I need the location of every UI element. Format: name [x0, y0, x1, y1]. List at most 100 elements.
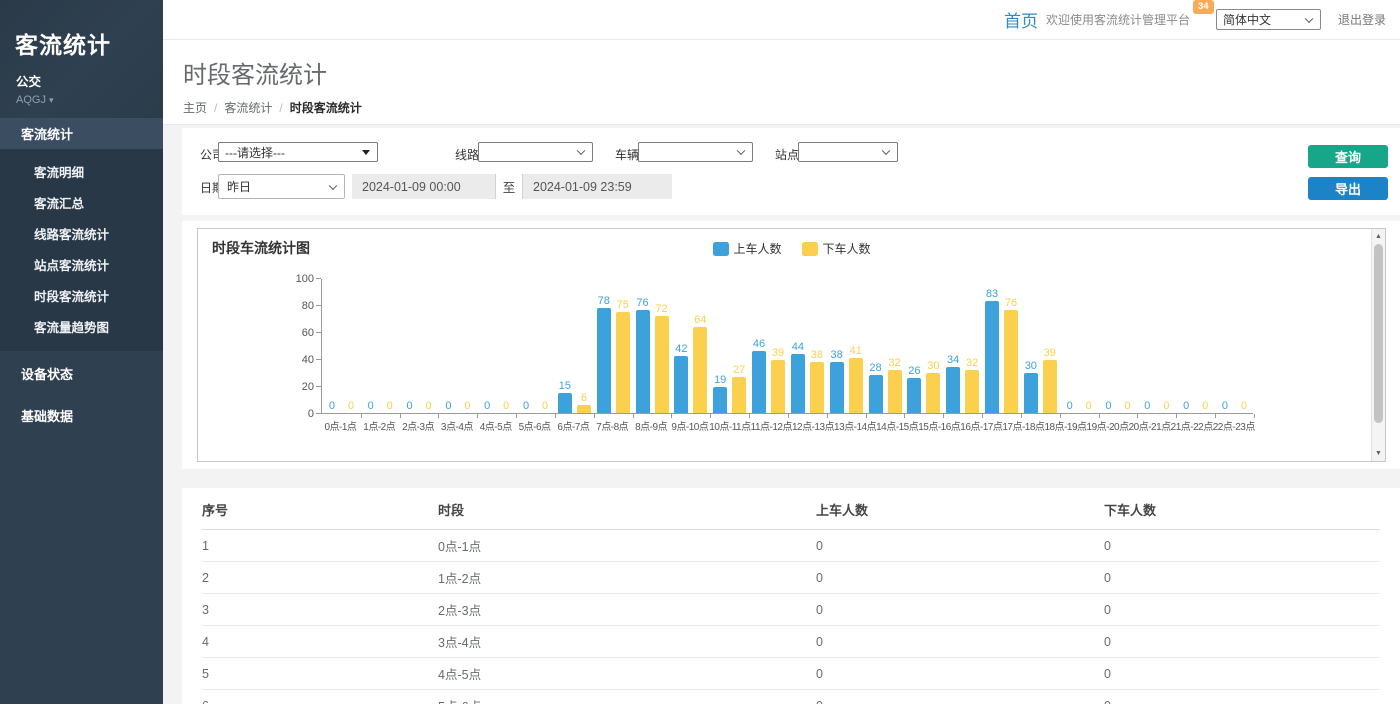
- sidebar-other-items: 设备状态基础数据: [0, 354, 163, 435]
- bar-group: 4438: [788, 279, 827, 413]
- x-tick-cell: [1255, 418, 1294, 433]
- x-tick-label: 12点-13点: [792, 418, 834, 433]
- date-preset-select[interactable]: 昨日: [218, 174, 345, 199]
- sidebar-nav: 客流统计 客流明细客流汇总线路客流统计站点客流统计时段客流统计客流量趋势图 设备…: [0, 118, 163, 435]
- sidebar-subitem[interactable]: 线路客流统计: [0, 218, 163, 249]
- bar-group: 34 32: [943, 279, 982, 413]
- x-tick-cell: 19点-20点: [1087, 418, 1129, 433]
- x-tick-label: 11点-12点: [751, 418, 792, 433]
- bar-value-label: 64: [694, 314, 706, 326]
- query-button[interactable]: 查询: [1308, 145, 1388, 168]
- x-tick-label: 18点-19点: [1044, 418, 1086, 433]
- date-end-input[interactable]: 2024-01-09 23:59: [523, 174, 672, 199]
- bar-column: 0: [519, 400, 533, 413]
- sidebar-subitem[interactable]: 客流明细: [0, 156, 163, 187]
- bar-column: 0: [1082, 400, 1096, 413]
- x-tick-cell: 18点-19点: [1044, 418, 1086, 433]
- x-tick-cell: 4点-5点: [476, 418, 515, 433]
- chevron-down-icon: [577, 147, 585, 155]
- column-header: 上车人数: [816, 488, 1104, 530]
- table-cell: 0: [1104, 690, 1380, 704]
- bar: [985, 301, 999, 413]
- date-start-input[interactable]: 2024-01-09 00:00: [352, 174, 495, 199]
- sidebar-subitem[interactable]: 时段客流统计: [0, 280, 163, 311]
- bar: [791, 354, 805, 413]
- bar-column: 0: [1218, 400, 1232, 413]
- bar: [830, 362, 844, 413]
- legend-item: 下车人数: [802, 240, 871, 257]
- x-tick-label: 1点-2点: [363, 418, 395, 433]
- bar-column: 64: [693, 314, 707, 413]
- bar-value-label: 32: [966, 357, 978, 369]
- org-code-dropdown[interactable]: AQGJ▾: [16, 94, 163, 106]
- line-select[interactable]: [478, 142, 593, 162]
- sidebar-subitem[interactable]: 客流汇总: [0, 187, 163, 218]
- bar-column: 72: [655, 303, 669, 413]
- scroll-thumb[interactable]: [1374, 244, 1383, 423]
- bar-value-label: 26: [908, 365, 920, 377]
- bar-column: 32: [965, 357, 979, 413]
- page-heading: 时段客流统计 主页/客流统计/时段客流统计: [163, 40, 1400, 125]
- scroll-down-icon[interactable]: ▼: [1372, 450, 1385, 457]
- bar: [926, 373, 940, 414]
- x-tick-label: 3点-4点: [441, 418, 473, 433]
- sidebar-item[interactable]: 设备状态: [0, 354, 163, 393]
- bar-column: 26: [907, 365, 921, 413]
- bar-value-label: 34: [947, 354, 959, 366]
- bar-column: 32: [888, 357, 902, 413]
- table-cell: 2点-3点: [438, 594, 816, 626]
- table-row: 21点-2点00: [202, 562, 1380, 594]
- breadcrumb-item[interactable]: 主页: [183, 101, 207, 115]
- bar-column: 0: [1179, 400, 1193, 413]
- home-link[interactable]: 首页: [1004, 7, 1038, 32]
- legend-swatch: [712, 242, 728, 256]
- x-tick-label: 20点-21点: [1129, 418, 1171, 433]
- sidebar-item-passenger-stats[interactable]: 客流统计: [0, 118, 163, 149]
- bar-column: 76: [636, 297, 650, 413]
- bar-value-label: 30: [1025, 360, 1037, 372]
- bar-column: 46: [752, 338, 766, 413]
- logout-link[interactable]: 退出登录: [1338, 11, 1386, 28]
- station-select[interactable]: [798, 142, 898, 162]
- export-button[interactable]: 导出: [1308, 177, 1388, 200]
- x-tick-cell: 9点-10点: [670, 418, 709, 433]
- vehicle-select[interactable]: [638, 142, 753, 162]
- bar-column: 38: [810, 349, 824, 413]
- date-preset-value: 昨日: [227, 178, 251, 195]
- x-tick-cell: 2点-3点: [399, 418, 438, 433]
- table-cell: 5: [202, 658, 438, 690]
- bar-value-label: 0: [1241, 400, 1247, 412]
- org-code-label: AQGJ: [16, 94, 46, 106]
- bar-value-label: 42: [675, 343, 687, 355]
- bar-value-label: 0: [503, 400, 509, 412]
- bar-value-label: 41: [850, 345, 862, 357]
- bar-column: 38: [830, 349, 844, 413]
- bar-column: 0: [538, 400, 552, 413]
- bar-column: 30: [1024, 360, 1038, 414]
- chart-scrollbar[interactable]: ▲ ▼: [1371, 229, 1385, 461]
- x-tick-cell: 6点-7点: [554, 418, 593, 433]
- bar-column: 0: [1063, 400, 1077, 413]
- bar: [713, 387, 727, 413]
- x-tick-cell: 7点-8点: [593, 418, 632, 433]
- y-tick-label: 40: [284, 354, 314, 366]
- bar-value-label: 0: [445, 400, 451, 412]
- bar: [849, 358, 863, 413]
- x-tick-label: 4点-5点: [480, 418, 512, 433]
- language-select[interactable]: 简体中文: [1216, 9, 1321, 30]
- table-cell: 0: [1104, 594, 1380, 626]
- bar-value-label: 38: [831, 349, 843, 361]
- company-select[interactable]: ---请选择---: [218, 142, 378, 162]
- bar-column: 39: [771, 347, 785, 413]
- sidebar-item[interactable]: 基础数据: [0, 396, 163, 435]
- bar-column: 76: [1004, 297, 1018, 413]
- bar-value-label: 39: [772, 347, 784, 359]
- bar-value-label: 0: [484, 400, 490, 412]
- breadcrumb-item[interactable]: 客流统计: [224, 101, 272, 115]
- sidebar-subitem[interactable]: 客流量趋势图: [0, 311, 163, 342]
- scroll-up-icon[interactable]: ▲: [1372, 233, 1385, 240]
- bar-group: 2832: [866, 279, 905, 413]
- sidebar-subitem[interactable]: 站点客流统计: [0, 249, 163, 280]
- x-tick-cell: 3点-4点: [437, 418, 476, 433]
- bar-column: 83: [985, 288, 999, 413]
